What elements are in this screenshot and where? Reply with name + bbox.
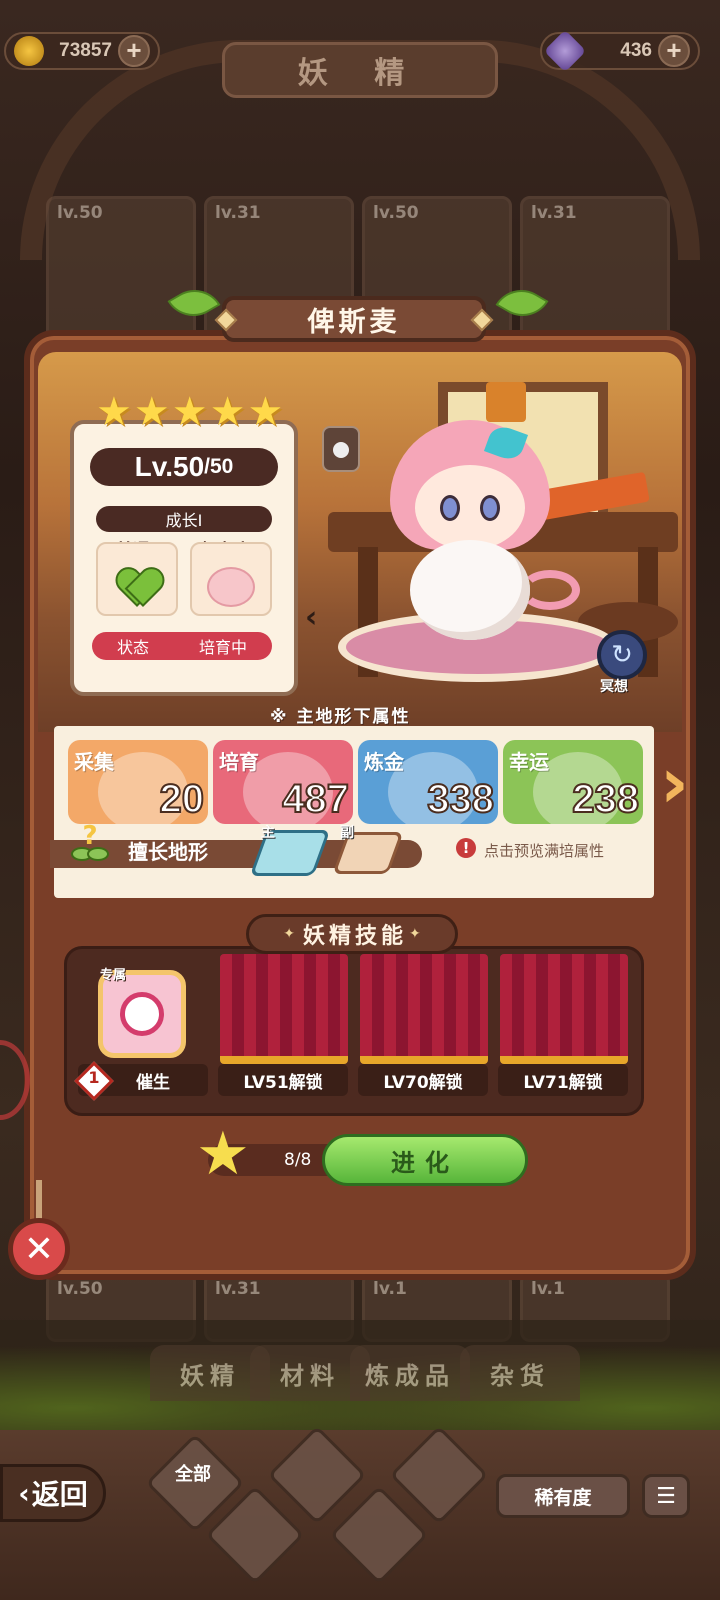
locked-skill-slot[interactable] (220, 954, 348, 1064)
star-icon: ★ (133, 389, 170, 435)
attribute-label: 幸运 (509, 750, 549, 774)
sparkle-icon: ✦ (283, 926, 295, 942)
effort-box[interactable] (190, 542, 272, 616)
rope (36, 1180, 42, 1220)
attribute-label: 采集 (74, 750, 114, 774)
tab-products[interactable]: 炼成品 (350, 1345, 470, 1401)
attribute-nurture[interactable]: 培育 487 (213, 740, 353, 824)
add-gems-button[interactable]: + (658, 35, 690, 67)
locked-skill-slot[interactable] (360, 954, 488, 1064)
gem-icon (543, 29, 587, 73)
rarity-sort-button[interactable]: 稀有度 (496, 1474, 630, 1518)
page-title: 妖 精 (222, 42, 498, 98)
pink-blob-icon (207, 567, 255, 607)
status-label: 状态 (116, 638, 149, 657)
level-max: /50 (204, 455, 234, 478)
mood-box[interactable] (96, 542, 178, 616)
card-level: lv.1 (373, 1279, 407, 1299)
filter-all-label: 全部 (175, 1464, 211, 1485)
terrain-sub-tag: 副 (340, 825, 354, 841)
terrain-main-tag: 主 (261, 825, 275, 841)
card-level: lv.1 (531, 1279, 565, 1299)
star-icon: ★ (209, 389, 246, 435)
level-current: Lv.50 (134, 451, 205, 482)
tab-goods[interactable]: 杂货 (460, 1345, 580, 1401)
locked-skill-slot[interactable] (500, 954, 628, 1064)
coin-counter: 73857 + (4, 32, 160, 70)
skills-title: ✦ 妖精技能 ✦ (246, 914, 458, 954)
svg-text:?: ? (82, 821, 97, 851)
star-icon: ★ (96, 389, 132, 435)
coin-amount: 73857 (59, 40, 112, 61)
fairy-character-sprite[interactable] (370, 410, 580, 660)
preview-max-hint[interactable]: 点击预览满培属性 (484, 840, 604, 861)
lock-icon[interactable] (322, 426, 360, 472)
star-rating: ★ ★ ★ ★ ★ (96, 392, 283, 432)
sort-order-icon[interactable]: ☰ (642, 1474, 690, 1518)
attribute-value: 338 (426, 776, 495, 822)
exclusive-tag: 专属 (100, 968, 127, 983)
skill-icon-alarm[interactable] (98, 970, 186, 1058)
card-level: lv.31 (215, 203, 261, 223)
card-level: lv.50 (57, 1279, 103, 1299)
background-fairy-card: lv.31 (520, 196, 670, 346)
close-button[interactable]: ✕ (8, 1218, 70, 1280)
fairy-name: 俾斯麦 (307, 306, 401, 338)
skill-unlock-caption: LV51解锁 (218, 1064, 348, 1096)
meditate-label: 冥想 (600, 679, 628, 695)
evolve-count: 8/8 (284, 1150, 312, 1170)
sparkle-icon: ✦ (409, 926, 421, 942)
skill-name: 催生 (136, 1072, 170, 1093)
alarm-clock-icon (120, 992, 164, 1036)
back-button[interactable]: ‹ 返回 (0, 1464, 106, 1522)
gem-counter: 436 + (540, 29, 700, 73)
attribute-alchemy[interactable]: 炼金 338 (358, 740, 498, 824)
attribute-gather[interactable]: 采集 20 (68, 740, 208, 824)
meditate-icon[interactable]: ↻ (597, 630, 647, 680)
skill-level-number: 1 (88, 1068, 100, 1087)
attribute-value: 487 (281, 776, 350, 822)
terrain-label: 擅长地形 (128, 840, 208, 864)
collapse-arrow-icon[interactable]: ‹ (305, 600, 335, 635)
status-bar: 状态 培育中 (92, 632, 272, 660)
attributes-heading: ※ 主地形下属性 (270, 707, 411, 727)
attribute-value: 20 (159, 776, 205, 822)
star-icon: ★ (196, 1119, 250, 1189)
skill-unlock-caption: LV70解锁 (358, 1064, 488, 1096)
card-level: lv.31 (531, 203, 577, 223)
attribute-label: 培育 (219, 750, 259, 774)
growth-stage: 成长I (96, 506, 272, 532)
star-icon: ★ (247, 389, 284, 435)
sprout-icon: ? (71, 821, 109, 861)
curtain-icon (500, 954, 628, 1064)
next-arrow-icon[interactable]: › (660, 748, 700, 828)
status-value: 培育中 (198, 638, 247, 657)
card-level: lv.50 (373, 203, 419, 223)
gem-amount: 436 (620, 40, 652, 61)
star-icon: ★ (171, 389, 208, 435)
background-fairy-card: lv.50 (46, 196, 196, 346)
card-level: lv.31 (215, 1279, 261, 1299)
back-arrow-icon: ‹ (18, 1476, 30, 1510)
attribute-value: 238 (571, 776, 640, 822)
attribute-label: 炼金 (364, 750, 404, 774)
fairy-name-banner: 俾斯麦 (214, 296, 494, 342)
card-level: lv.50 (57, 203, 103, 223)
add-coins-button[interactable]: + (118, 35, 150, 67)
curtain-icon (360, 954, 488, 1064)
curtain-icon (220, 954, 348, 1064)
alert-icon: ! (456, 838, 476, 858)
evolve-button[interactable]: 进化 (322, 1134, 528, 1186)
coin-icon (14, 36, 44, 66)
back-label: 返回 (31, 1478, 88, 1511)
heart-icon (117, 569, 157, 605)
level-display: Lv.50/50 (90, 448, 278, 486)
attribute-luck[interactable]: 幸运 238 (503, 740, 643, 824)
skills-title-text: 妖精技能 (302, 924, 407, 949)
skill-unlock-caption: LV71解锁 (498, 1064, 628, 1096)
